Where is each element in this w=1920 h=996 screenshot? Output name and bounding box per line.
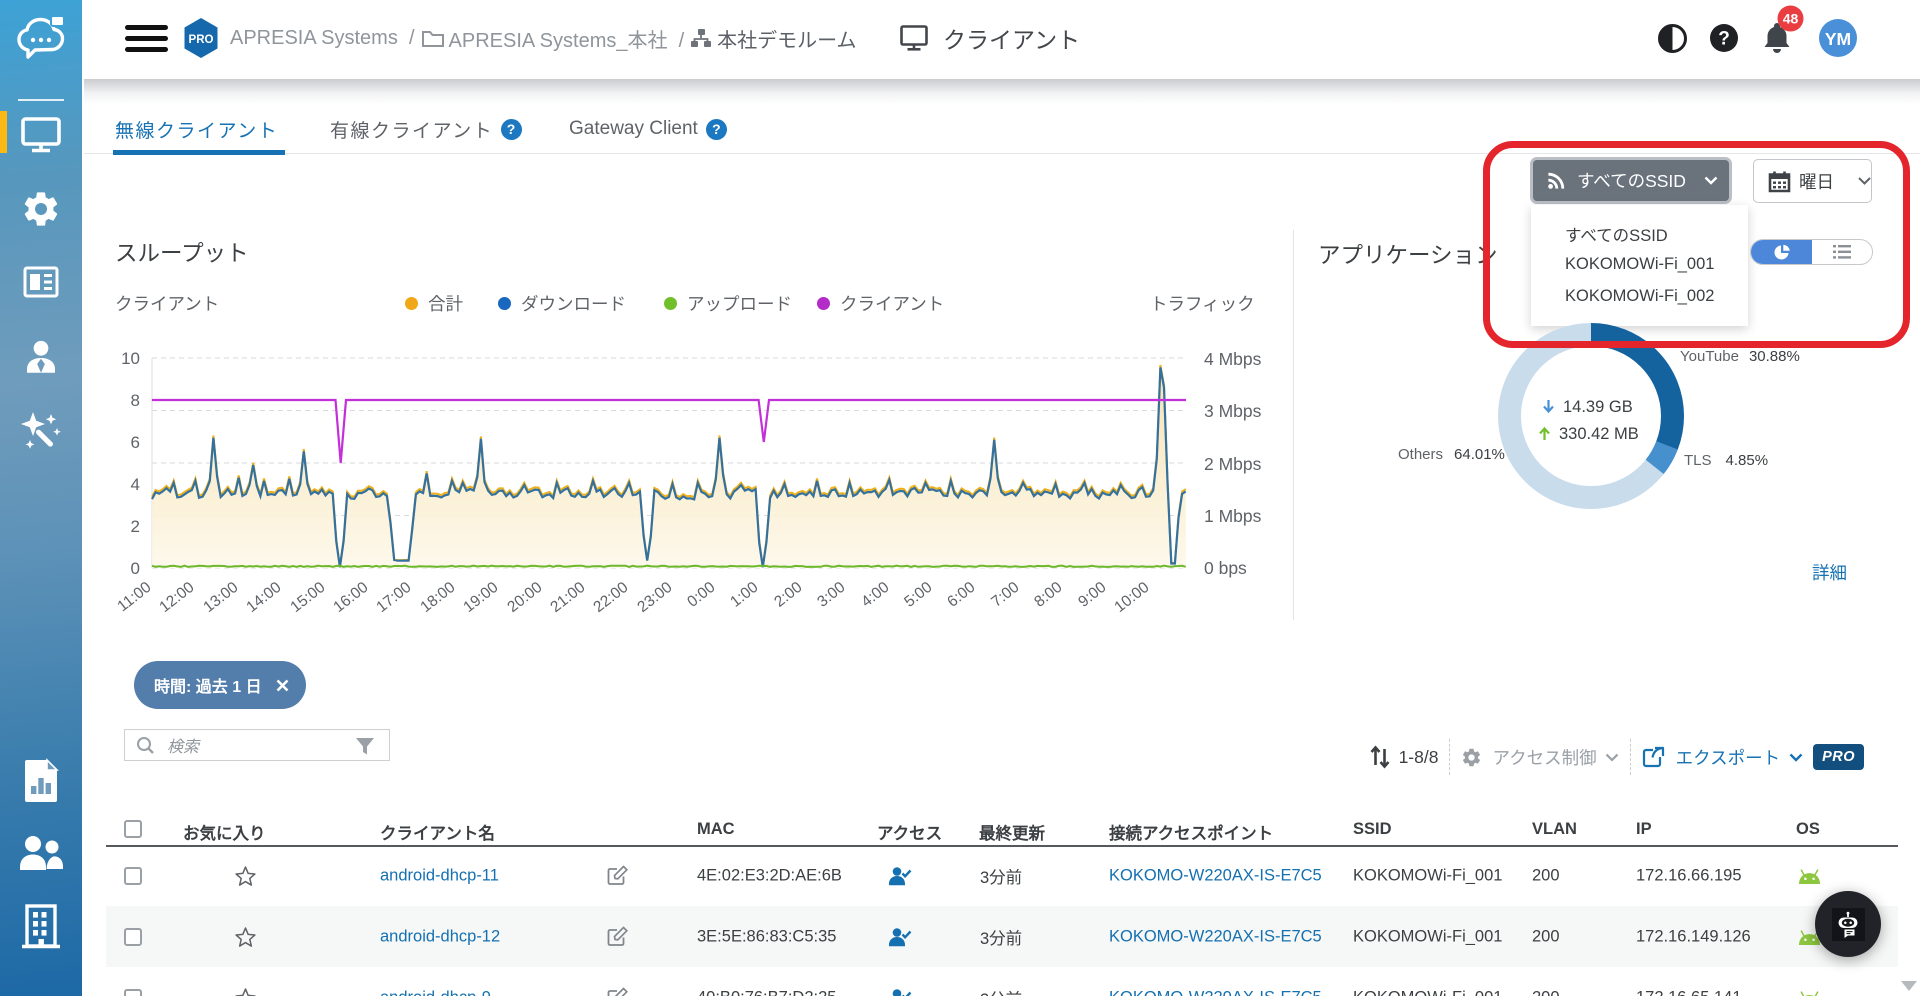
svg-text:1:00: 1:00	[727, 579, 762, 611]
svg-text:0: 0	[131, 559, 140, 578]
svg-text:8: 8	[131, 391, 140, 410]
svg-text:4 Mbps: 4 Mbps	[1204, 349, 1262, 369]
svg-text:19:00: 19:00	[460, 579, 501, 617]
svg-text:21:00: 21:00	[547, 579, 588, 617]
svg-text:20:00: 20:00	[504, 579, 545, 617]
svg-text:4: 4	[131, 475, 140, 494]
svg-text:1 Mbps: 1 Mbps	[1204, 506, 1262, 526]
svg-text:0 bps: 0 bps	[1204, 558, 1247, 578]
svg-text:0:00: 0:00	[684, 579, 719, 611]
svg-text:22:00: 22:00	[590, 579, 631, 617]
svg-text:10: 10	[121, 349, 140, 368]
svg-text:2:00: 2:00	[771, 579, 806, 611]
svg-text:3:00: 3:00	[814, 579, 849, 611]
svg-text:2: 2	[131, 517, 140, 536]
svg-text:2 Mbps: 2 Mbps	[1204, 454, 1262, 474]
svg-text:6: 6	[131, 433, 140, 452]
svg-text:13:00: 13:00	[200, 579, 241, 617]
svg-text:6:00: 6:00	[944, 579, 979, 611]
svg-text:11:00: 11:00	[114, 579, 154, 616]
svg-text:18:00: 18:00	[417, 579, 458, 617]
svg-text:15:00: 15:00	[287, 579, 328, 617]
svg-text:3 Mbps: 3 Mbps	[1204, 401, 1262, 421]
svg-text:14:00: 14:00	[243, 579, 284, 617]
svg-text:9:00: 9:00	[1075, 579, 1110, 611]
svg-text:23:00: 23:00	[634, 579, 675, 617]
svg-text:17:00: 17:00	[373, 579, 414, 617]
svg-text:16:00: 16:00	[330, 579, 371, 617]
svg-text:4:00: 4:00	[858, 579, 893, 611]
svg-text:7:00: 7:00	[988, 579, 1023, 611]
svg-text:12:00: 12:00	[156, 579, 197, 617]
svg-text:10:00: 10:00	[1111, 579, 1152, 617]
svg-text:5:00: 5:00	[901, 579, 936, 611]
svg-text:8:00: 8:00	[1031, 579, 1066, 611]
